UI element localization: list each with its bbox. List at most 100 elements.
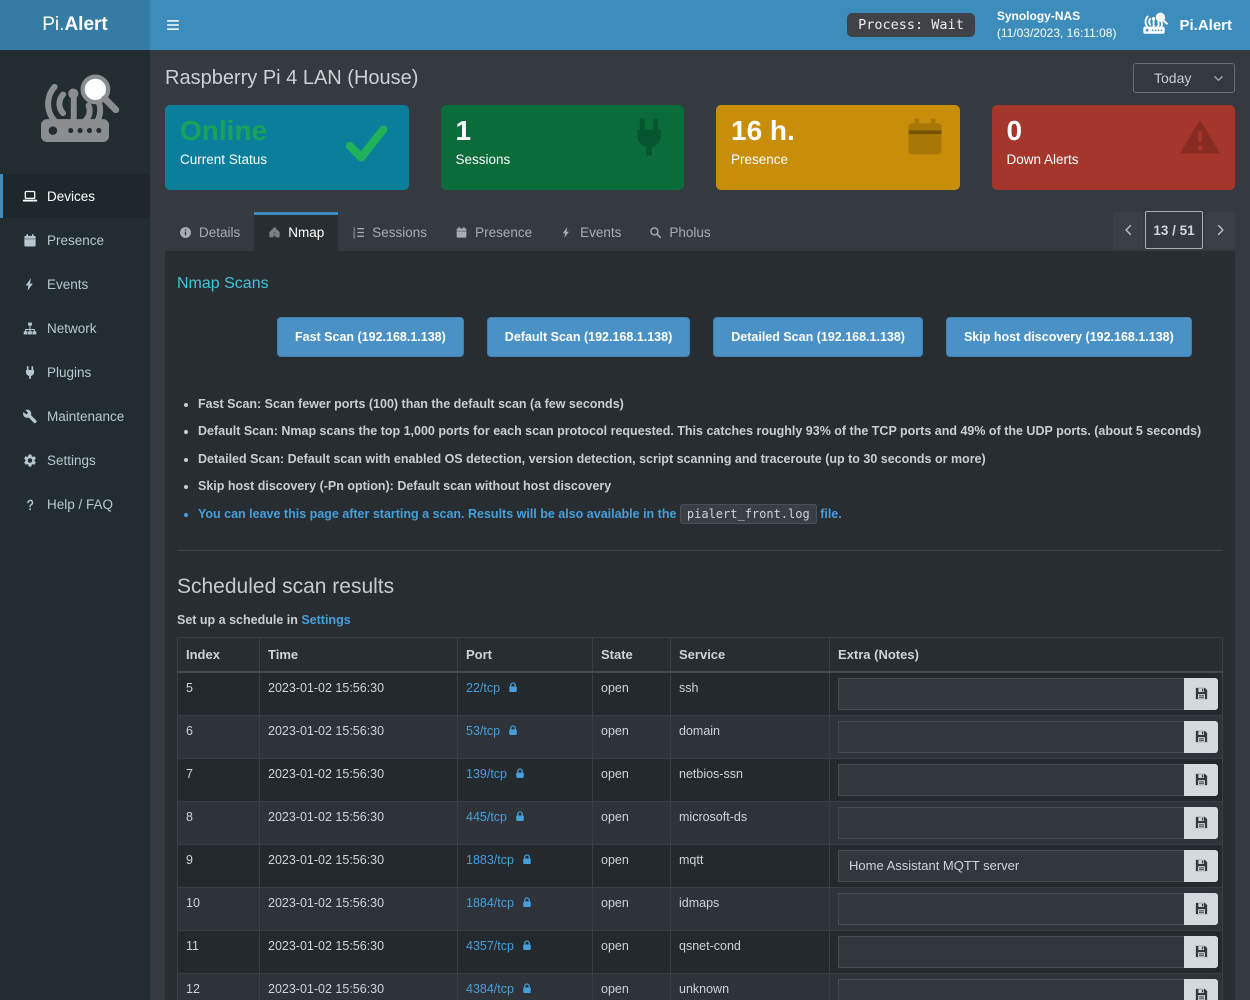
- cell-state: open: [593, 758, 671, 801]
- sidebar-item-maintenance[interactable]: Maintenance: [0, 394, 150, 438]
- cell-port: 139/tcp: [458, 758, 593, 801]
- main-content: Raspberry Pi 4 LAN (House) Today OnlineC…: [150, 50, 1250, 1000]
- tab-pholus[interactable]: Pholus: [635, 212, 724, 251]
- table-row: 62023-01-02 15:56:3053/tcpopendomain: [178, 715, 1223, 758]
- note-input[interactable]: [838, 979, 1184, 1000]
- floppy-icon: [1194, 901, 1209, 916]
- sidebar-item-devices[interactable]: Devices: [0, 174, 150, 218]
- process-status-badge: Process: Wait: [847, 13, 975, 37]
- save-note-button[interactable]: [1184, 850, 1218, 882]
- calendar-icon: [903, 115, 947, 159]
- cell-time: 2023-01-02 15:56:30: [260, 758, 458, 801]
- table-row: 52023-01-02 15:56:3022/tcpopenssh: [178, 672, 1223, 716]
- card-current-status: OnlineCurrent Status: [165, 105, 409, 190]
- card-presence: 16 h.Presence: [716, 105, 960, 190]
- floppy-icon: [1194, 729, 1209, 744]
- host-name: Synology-NAS: [997, 8, 1117, 25]
- device-pager: 13 / 51: [1113, 211, 1235, 249]
- tab-events[interactable]: Events: [546, 212, 635, 251]
- nmap-scans-heading: Nmap Scans: [177, 275, 1223, 293]
- save-note-button[interactable]: [1184, 721, 1218, 753]
- port-link[interactable]: 1883/tcp: [466, 853, 514, 867]
- note-input[interactable]: [838, 678, 1184, 710]
- sidebar-item-label: Maintenance: [47, 409, 124, 424]
- cell-port: 53/tcp: [458, 715, 593, 758]
- next-device-button[interactable]: [1205, 212, 1235, 249]
- save-note-button[interactable]: [1184, 936, 1218, 968]
- port-link[interactable]: 139/tcp: [466, 767, 507, 781]
- page-title: Raspberry Pi 4 LAN (House): [165, 67, 418, 90]
- cell-service: netbios-ssn: [671, 758, 830, 801]
- tab-nmap[interactable]: Nmap: [254, 212, 338, 251]
- log-file-chip: pialert_front.log: [680, 504, 817, 524]
- gear-icon: [22, 453, 38, 468]
- tab-label: Pholus: [669, 225, 710, 240]
- tab-sessions[interactable]: 123Sessions: [338, 212, 441, 251]
- fast-scan-button[interactable]: Fast Scan (192.168.1.138): [277, 317, 464, 357]
- save-note-button[interactable]: [1184, 893, 1218, 925]
- scan-results-table: IndexTimePortStateServiceExtra (Notes) 5…: [177, 637, 1223, 1000]
- cell-notes: [830, 715, 1223, 758]
- table-header-row: IndexTimePortStateServiceExtra (Notes): [178, 637, 1223, 672]
- column-header-state: State: [593, 637, 671, 672]
- default-scan-button[interactable]: Default Scan (192.168.1.138): [487, 317, 690, 357]
- bolt-icon: [22, 277, 38, 292]
- skip-host-discovery-button[interactable]: Skip host discovery (192.168.1.138): [946, 317, 1192, 357]
- cell-notes: [830, 930, 1223, 973]
- cell-port: 22/tcp: [458, 672, 593, 716]
- save-note-button[interactable]: [1184, 678, 1218, 710]
- sidebar-toggle-button[interactable]: [150, 0, 196, 50]
- save-note-button[interactable]: [1184, 979, 1218, 1000]
- settings-link[interactable]: Settings: [301, 613, 350, 627]
- cell-state: open: [593, 930, 671, 973]
- device-page-indicator: 13 / 51: [1145, 211, 1203, 249]
- cell-service: qsnet-cond: [671, 930, 830, 973]
- brand-suffix: Alert: [64, 14, 107, 36]
- save-note-button[interactable]: [1184, 807, 1218, 839]
- prev-device-button[interactable]: [1113, 212, 1143, 249]
- port-link[interactable]: 4384/tcp: [466, 982, 514, 996]
- plug-icon: [22, 365, 38, 380]
- scan-description-item: Fast Scan: Scan fewer ports (100) than t…: [198, 395, 1223, 414]
- note-input[interactable]: [838, 721, 1184, 753]
- chevron-right-icon: [1214, 223, 1227, 237]
- tab-label: Nmap: [288, 225, 324, 240]
- save-note-button[interactable]: [1184, 764, 1218, 796]
- table-row: 102023-01-02 15:56:301884/tcpopenidmaps: [178, 887, 1223, 930]
- note-input[interactable]: [838, 893, 1184, 925]
- sidebar-item-label: Devices: [47, 189, 95, 204]
- calendar-icon: [22, 233, 38, 248]
- app-logo[interactable]: Pi.Alert: [0, 0, 150, 50]
- tab-details[interactable]: Details: [165, 212, 254, 251]
- sidebar-item-settings[interactable]: Settings: [0, 438, 150, 482]
- sidebar-item-help-faq[interactable]: Help / FAQ: [0, 482, 150, 526]
- note-input[interactable]: [838, 807, 1184, 839]
- sidebar-item-label: Presence: [47, 233, 104, 248]
- sidebar-item-label: Plugins: [47, 365, 91, 380]
- port-link[interactable]: 4357/tcp: [466, 939, 514, 953]
- port-link[interactable]: 22/tcp: [466, 681, 500, 695]
- check-icon: [339, 120, 393, 166]
- sidebar-item-events[interactable]: Events: [0, 262, 150, 306]
- cell-state: open: [593, 973, 671, 1000]
- host-timestamp: (11/03/2023, 16:11:08): [997, 25, 1117, 42]
- cell-index: 8: [178, 801, 260, 844]
- port-link[interactable]: 1884/tcp: [466, 896, 514, 910]
- table-row: 122023-01-02 15:56:304384/tcpopenunknown: [178, 973, 1223, 1000]
- cell-time: 2023-01-02 15:56:30: [260, 672, 458, 716]
- note-input[interactable]: [838, 850, 1184, 882]
- scan-description-item: You can leave this page after starting a…: [198, 505, 1223, 524]
- period-select[interactable]: Today: [1133, 63, 1235, 93]
- note-input[interactable]: [838, 764, 1184, 796]
- sidebar-item-network[interactable]: Network: [0, 306, 150, 350]
- tab-presence[interactable]: Presence: [441, 212, 546, 251]
- port-link[interactable]: 445/tcp: [466, 810, 507, 824]
- port-link[interactable]: 53/tcp: [466, 724, 500, 738]
- hamburger-icon: [165, 18, 181, 32]
- table-row: 82023-01-02 15:56:30445/tcpopenmicrosoft…: [178, 801, 1223, 844]
- sidebar-item-plugins[interactable]: Plugins: [0, 350, 150, 394]
- sidebar-item-presence[interactable]: Presence: [0, 218, 150, 262]
- detailed-scan-button[interactable]: Detailed Scan (192.168.1.138): [713, 317, 923, 357]
- cell-time: 2023-01-02 15:56:30: [260, 930, 458, 973]
- note-input[interactable]: [838, 936, 1184, 968]
